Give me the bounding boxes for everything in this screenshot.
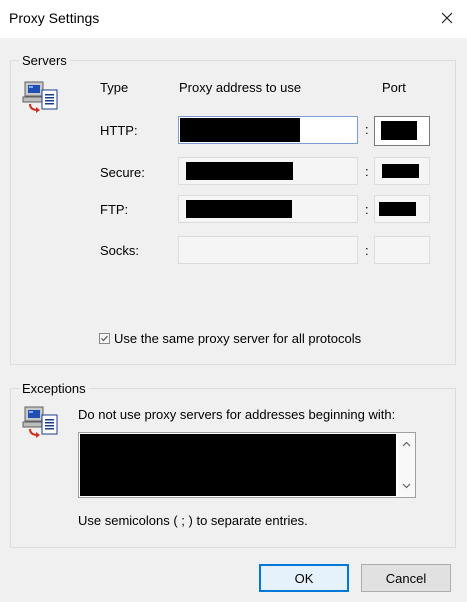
- secure-label: Secure:: [100, 165, 145, 180]
- same-proxy-label[interactable]: Use the same proxy server for all protoc…: [114, 331, 361, 346]
- dialog-title: Proxy Settings: [9, 10, 100, 26]
- scroll-up-icon: [402, 441, 411, 447]
- http-port-value: [381, 121, 417, 140]
- http-address-value: [180, 118, 300, 142]
- port-column-header: Port: [382, 80, 406, 95]
- exceptions-description: Do not use proxy servers for addresses b…: [78, 407, 396, 422]
- exceptions-group-label: Exceptions: [19, 381, 89, 396]
- network-computer-icon: [22, 405, 62, 446]
- exceptions-value: [80, 434, 396, 496]
- exceptions-textarea[interactable]: [78, 432, 416, 498]
- servers-group-label: Servers: [19, 53, 70, 68]
- network-computer-icon: [22, 80, 62, 121]
- http-port-separator: :: [365, 122, 369, 137]
- socks-label: Socks:: [100, 243, 140, 258]
- ftp-port-value: [379, 202, 416, 216]
- ftp-label: FTP:: [100, 202, 129, 217]
- ftp-port-input[interactable]: [374, 195, 430, 223]
- http-label: HTTP:: [100, 123, 138, 138]
- close-icon[interactable]: [433, 4, 461, 32]
- exceptions-hint: Use semicolons ( ; ) to separate entries…: [78, 513, 308, 528]
- socks-port-separator: :: [365, 243, 369, 258]
- ftp-address-input[interactable]: [178, 195, 358, 223]
- secure-port-value: [382, 164, 419, 178]
- checkmark-icon: [101, 335, 108, 342]
- http-address-input[interactable]: [178, 116, 358, 144]
- cancel-button[interactable]: Cancel: [361, 564, 451, 592]
- secure-address-input[interactable]: [178, 157, 358, 185]
- http-port-input[interactable]: [374, 116, 430, 146]
- socks-address-input[interactable]: [178, 236, 358, 264]
- ok-button[interactable]: OK: [259, 564, 349, 592]
- title-bar: Proxy Settings: [0, 0, 467, 38]
- secure-address-value: [186, 162, 293, 180]
- secure-port-separator: :: [365, 164, 369, 179]
- address-column-header: Proxy address to use: [179, 80, 302, 95]
- type-column-header: Type: [100, 80, 129, 95]
- exceptions-scrollbar[interactable]: [398, 433, 415, 497]
- scroll-down-icon: [402, 483, 411, 489]
- same-proxy-checkbox[interactable]: [99, 333, 110, 344]
- secure-port-input[interactable]: [374, 157, 430, 185]
- socks-port-input[interactable]: [374, 236, 430, 264]
- ftp-address-value: [186, 200, 292, 218]
- ftp-port-separator: :: [365, 202, 369, 217]
